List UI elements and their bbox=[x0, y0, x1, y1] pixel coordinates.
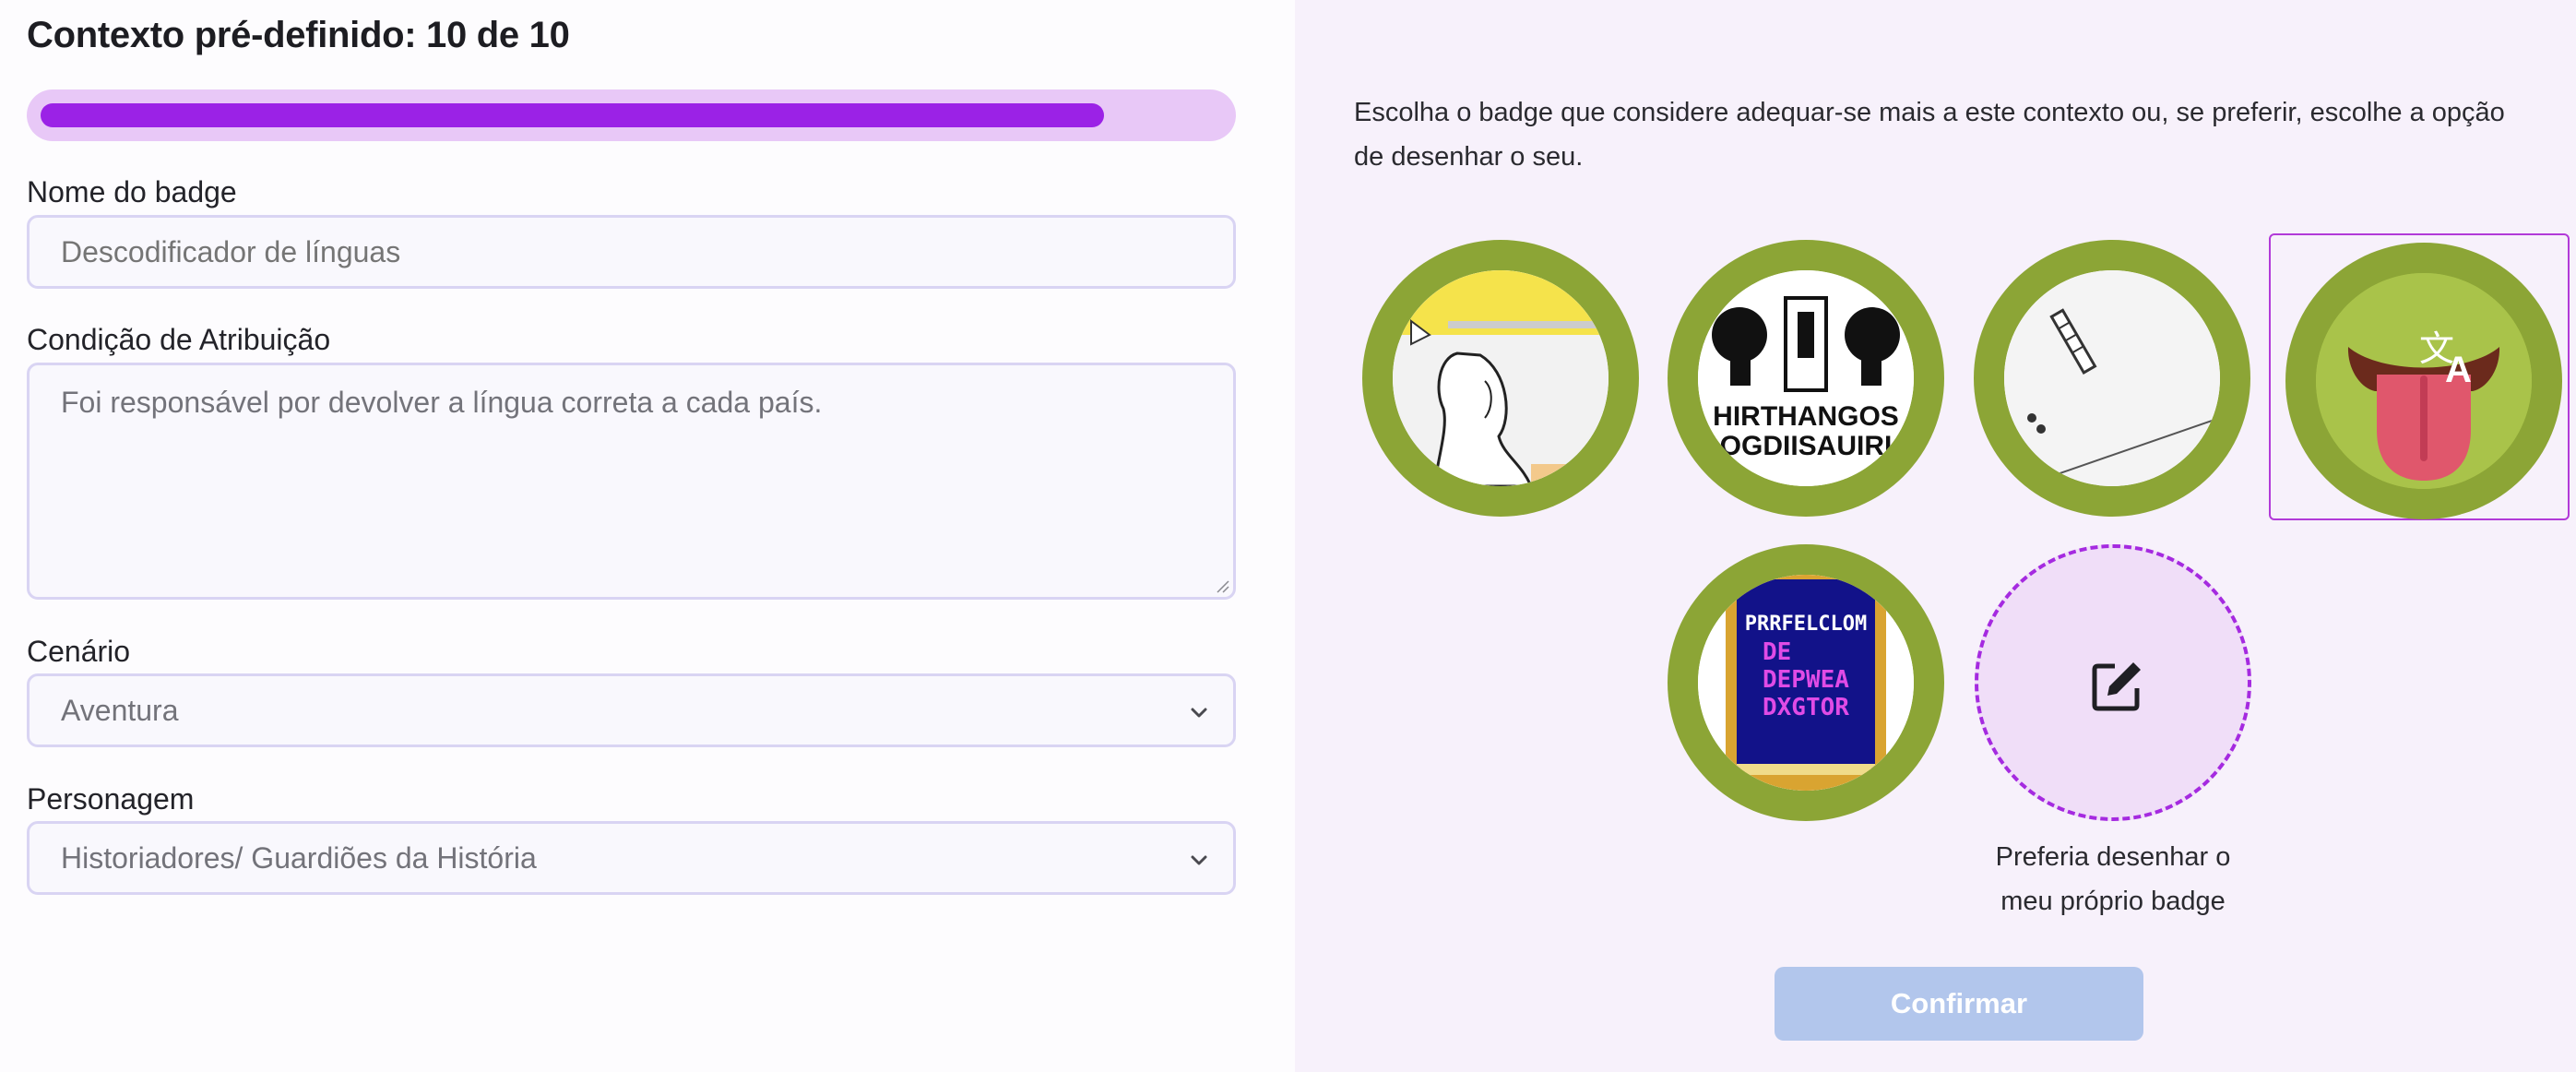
svg-text:A: A bbox=[2445, 350, 2472, 390]
character-label: Personagem bbox=[27, 782, 195, 816]
condition-label: Condição de Atribuição bbox=[27, 323, 331, 356]
resize-grip-icon[interactable] bbox=[1215, 578, 1229, 593]
badge-2-text-1: HIRTHANGOS bbox=[1713, 401, 1899, 432]
scenario-value: Aventura bbox=[61, 694, 179, 727]
badge-option-2[interactable]: HIRTHANGOS OGDIISAUIRI bbox=[1668, 240, 1944, 517]
badge-2-text-2: OGDIISAUIRI bbox=[1720, 431, 1893, 461]
badge-option-5[interactable]: PRRFELCLOM DE DEPWEA DXGTOR bbox=[1668, 544, 1944, 821]
confirm-button[interactable]: Confirmar bbox=[1775, 967, 2143, 1041]
draw-own-badge-caption: Preferia desenhar o meu próprio badge bbox=[1995, 842, 2231, 916]
progress-fill bbox=[41, 103, 1104, 127]
badge-image-tongue: 文 A bbox=[2316, 273, 2532, 489]
badge-image-figures: HIRTHANGOS OGDIISAUIRI bbox=[1698, 270, 1914, 486]
chevron-down-icon bbox=[1191, 708, 1207, 718]
condition-placeholder: Foi responsável por devolver a língua co… bbox=[61, 386, 823, 419]
scenario-label: Cenário bbox=[27, 635, 131, 668]
progress-bar bbox=[27, 89, 1236, 141]
badge-image-pixel-book: PRRFELCLOM DE DEPWEA DXGTOR bbox=[1698, 575, 1914, 791]
badge-5-text-1: PRRFELCLOM bbox=[1745, 613, 1867, 636]
badge-5-text-3: DEPWEA bbox=[1763, 666, 1849, 694]
badge-name-input[interactable] bbox=[27, 215, 1236, 289]
scenario-select[interactable]: Aventura bbox=[27, 673, 1236, 747]
badge-option-1[interactable] bbox=[1362, 240, 1639, 517]
page-title: Contexto pré-definido: 10 de 10 bbox=[27, 15, 570, 55]
chevron-down-icon bbox=[1191, 855, 1207, 865]
badge-5-text-4: DXGTOR bbox=[1763, 694, 1849, 721]
badge-instruction: Escolha o badge que considere adequar-se… bbox=[1354, 98, 2505, 172]
condition-textarea[interactable]: Foi responsável por devolver a língua co… bbox=[27, 363, 1236, 600]
character-select[interactable]: Historiadores/ Guardiões da História bbox=[27, 821, 1236, 895]
badge-image-pen bbox=[2004, 270, 2220, 486]
badge-form-panel: Contexto pré-definido: 10 de 10 Nome do … bbox=[0, 0, 1295, 1072]
badge-option-4[interactable]: 文 A bbox=[2285, 243, 2562, 519]
badge-option-3[interactable] bbox=[1974, 240, 2250, 517]
badge-image-sketch bbox=[1393, 270, 1609, 486]
badge-name-label: Nome do badge bbox=[27, 175, 237, 208]
badge-5-text-2: DE bbox=[1763, 638, 1791, 666]
edit-icon bbox=[2092, 662, 2141, 711]
draw-own-badge-button[interactable] bbox=[1975, 544, 2251, 821]
character-value: Historiadores/ Guardiões da História bbox=[61, 841, 537, 875]
